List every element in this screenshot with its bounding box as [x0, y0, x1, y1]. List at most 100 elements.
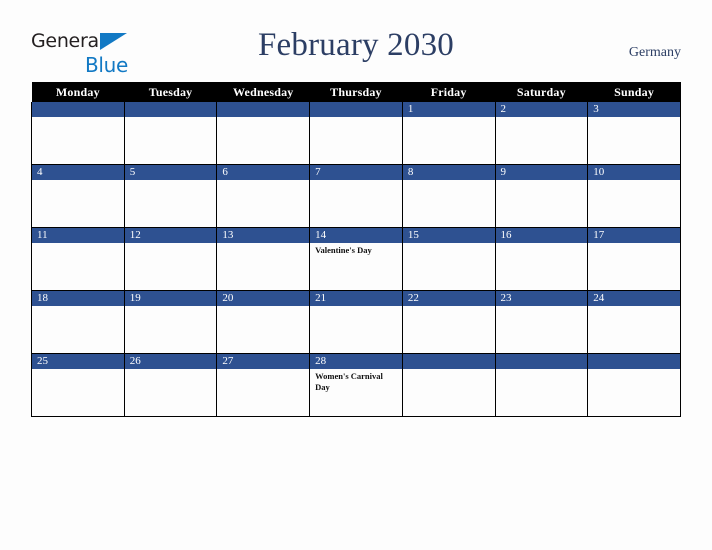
day-cell[interactable]: 3: [587, 102, 681, 165]
day-cell[interactable]: 16: [494, 227, 589, 291]
day-events: [496, 117, 588, 119]
day-events: [32, 369, 124, 371]
day-cell[interactable]: [401, 353, 496, 417]
day-number: 2: [495, 102, 588, 117]
day-cell[interactable]: 20: [216, 290, 311, 354]
country-label: Germany: [628, 45, 681, 60]
day-number: [310, 102, 402, 117]
day-events: [588, 243, 680, 245]
day-events: Valentine's Day: [315, 245, 372, 255]
day-events: [217, 369, 309, 371]
day-cell[interactable]: 27: [216, 353, 311, 417]
day-number: 26: [124, 354, 217, 369]
day-events: [403, 243, 495, 245]
day-cell[interactable]: [123, 102, 218, 165]
day-events: Women's Carnival Day: [315, 371, 383, 392]
day-cell[interactable]: 22: [401, 290, 496, 354]
day-number: 28: [310, 354, 402, 369]
day-cell[interactable]: 21: [309, 290, 403, 354]
day-number: 18: [32, 291, 124, 306]
day-events: [125, 180, 217, 182]
weekday-header-sunday: Sunday: [587, 82, 681, 102]
day-number: 19: [124, 291, 217, 306]
day-events: [496, 180, 588, 182]
day-events: [588, 369, 680, 371]
day-cell[interactable]: 4: [31, 164, 125, 228]
weekday-header-row: Monday Tuesday Wednesday Thursday Friday…: [31, 82, 681, 102]
day-cell[interactable]: [494, 353, 589, 417]
day-events: [403, 180, 495, 182]
day-number: 21: [310, 291, 402, 306]
day-cell[interactable]: 9: [494, 164, 589, 228]
day-cell[interactable]: 14 Valentine's Day: [309, 227, 403, 291]
day-cell[interactable]: 23: [494, 290, 589, 354]
day-number: 16: [495, 228, 588, 243]
day-events: [310, 306, 402, 308]
calendar-week-row: 4 5 6 7 8 9 10: [31, 164, 681, 228]
day-number: [124, 102, 217, 117]
day-events: [125, 243, 217, 245]
day-events: [125, 117, 217, 119]
day-cell[interactable]: [587, 353, 681, 417]
day-cell[interactable]: 28 Women's Carnival Day: [309, 353, 403, 417]
day-events: [496, 243, 588, 245]
day-number: 22: [402, 291, 495, 306]
day-cell[interactable]: 2: [494, 102, 589, 165]
weekday-header-friday: Friday: [402, 82, 496, 102]
day-cell[interactable]: 12: [123, 227, 218, 291]
weekday-header-tuesday: Tuesday: [124, 82, 217, 102]
day-cell[interactable]: 8: [401, 164, 496, 228]
calendar-body: 1 2 3 4 5 6 7 8 9 10 11 12 13 14 Valenti…: [31, 102, 681, 417]
day-events: [217, 117, 309, 119]
day-number: 3: [588, 102, 680, 117]
day-cell[interactable]: 10: [587, 164, 681, 228]
day-number: 17: [588, 228, 680, 243]
day-number: 8: [402, 165, 495, 180]
day-events: [32, 306, 124, 308]
day-cell[interactable]: 5: [123, 164, 218, 228]
page-header: General Blue February 2030 Germany: [0, 0, 712, 82]
day-events: [496, 306, 588, 308]
day-number: 5: [124, 165, 217, 180]
day-cell[interactable]: 17: [587, 227, 681, 291]
day-events: [588, 180, 680, 182]
day-events: [32, 180, 124, 182]
day-events: [310, 117, 402, 119]
day-number: 4: [32, 165, 124, 180]
day-cell[interactable]: 24: [587, 290, 681, 354]
day-cell[interactable]: 6: [216, 164, 311, 228]
day-events: [496, 369, 588, 371]
day-number: [32, 102, 124, 117]
day-cell[interactable]: 26: [123, 353, 218, 417]
day-number: [588, 354, 680, 369]
day-cell[interactable]: [31, 102, 125, 165]
calendar-grid: Monday Tuesday Wednesday Thursday Friday…: [31, 82, 681, 417]
day-events: [32, 243, 124, 245]
day-events: [32, 117, 124, 119]
day-cell[interactable]: 25: [31, 353, 125, 417]
day-events: [217, 243, 309, 245]
day-cell[interactable]: 15: [401, 227, 496, 291]
calendar-header-row: Monday Tuesday Wednesday Thursday Friday…: [31, 82, 681, 102]
calendar-week-row: 25 26 27 28 Women's Carnival Day: [31, 353, 681, 417]
day-cell[interactable]: 13: [216, 227, 311, 291]
day-number: 7: [310, 165, 402, 180]
day-events: [310, 180, 402, 182]
page-title: February 2030: [258, 27, 454, 63]
calendar-week-row: 11 12 13 14 Valentine's Day 15 16 17: [31, 227, 681, 291]
day-cell[interactable]: 18: [31, 290, 125, 354]
day-cell[interactable]: 1: [401, 102, 496, 165]
day-cell[interactable]: 19: [123, 290, 218, 354]
day-cell[interactable]: 7: [309, 164, 403, 228]
day-cell[interactable]: [309, 102, 403, 165]
day-events: [403, 369, 495, 371]
day-events: [217, 180, 309, 182]
day-number: 23: [495, 291, 588, 306]
weekday-header-thursday: Thursday: [309, 82, 403, 102]
day-cell[interactable]: 11: [31, 227, 125, 291]
day-number: [217, 102, 310, 117]
calendar-week-row: 18 19 20 21 22 23 24: [31, 290, 681, 354]
day-number: 14: [310, 228, 402, 243]
day-number: [402, 354, 495, 369]
day-cell[interactable]: [216, 102, 311, 165]
